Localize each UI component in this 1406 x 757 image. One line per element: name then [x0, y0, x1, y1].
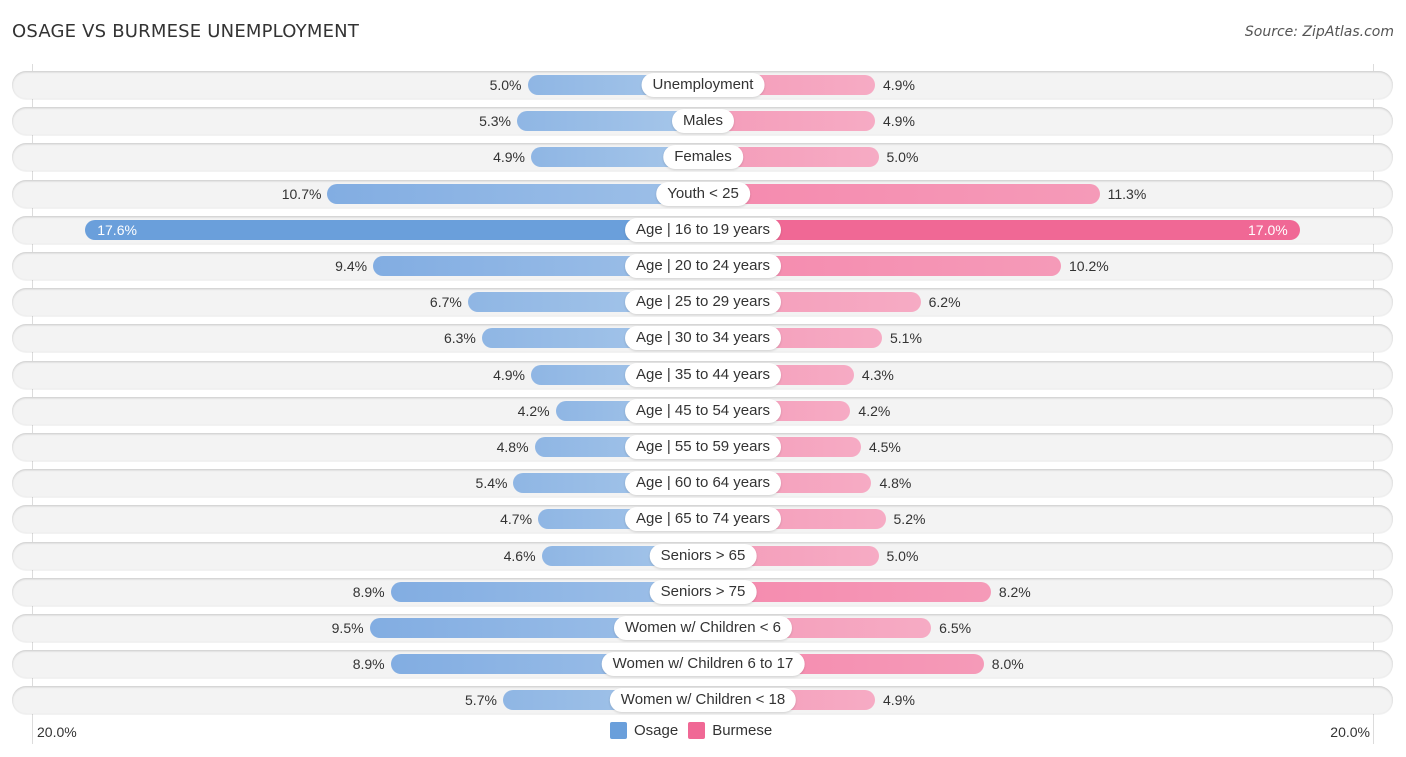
- value-label-burmese: 11.3%: [1107, 185, 1147, 202]
- legend-label-osage: Osage: [634, 722, 679, 739]
- value-label-burmese: 4.8%: [879, 475, 912, 492]
- legend-item-burmese[interactable]: Burmese: [688, 722, 772, 739]
- value-label-osage: 9.4%: [335, 258, 368, 274]
- legend-swatch-osage: [610, 722, 627, 739]
- value-label-burmese: 5.2%: [893, 511, 926, 528]
- value-label-burmese: 10.2%: [1069, 258, 1109, 274]
- value-label-osage: 6.3%: [443, 330, 476, 347]
- value-label-burmese: 4.3%: [861, 366, 894, 383]
- value-label-burmese: 5.0%: [886, 547, 919, 564]
- chart-title: OSAGE VS BURMESE UNEMPLOYMENT: [12, 21, 360, 42]
- value-label-osage: 4.8%: [496, 439, 529, 455]
- value-label-burmese: 5.0%: [886, 149, 919, 166]
- value-label-burmese: 4.9%: [882, 113, 915, 130]
- category-label: Age | 25 to 29 years: [625, 290, 781, 315]
- value-label-burmese: 4.5%: [868, 439, 901, 455]
- value-label-burmese: 4.9%: [882, 692, 915, 709]
- category-label: Males: [671, 109, 735, 134]
- legend-item-osage[interactable]: Osage: [610, 722, 678, 739]
- value-label-osage: 8.9%: [352, 583, 385, 600]
- value-label-osage: 17.6%: [97, 221, 137, 238]
- value-label-osage: 4.9%: [493, 366, 526, 383]
- category-label: Age | 45 to 54 years: [625, 398, 781, 423]
- value-label-burmese: 6.2%: [928, 294, 961, 311]
- value-label-burmese: 8.0%: [991, 656, 1024, 673]
- value-label-osage: 9.5%: [331, 620, 364, 636]
- category-label: Age | 55 to 59 years: [625, 435, 781, 459]
- category-label: Age | 65 to 74 years: [625, 507, 781, 532]
- category-label: Women w/ Children < 6: [613, 616, 793, 640]
- value-label-osage: 6.7%: [429, 294, 462, 311]
- value-label-burmese: 8.2%: [998, 583, 1031, 600]
- category-label: Age | 16 to 19 years: [625, 217, 781, 242]
- bar-burmese: [703, 219, 1300, 240]
- category-label: Seniors > 75: [649, 579, 757, 604]
- category-label: Seniors > 65: [649, 543, 757, 568]
- value-label-burmese: 6.5%: [939, 620, 972, 636]
- value-label-osage: 5.3%: [479, 113, 511, 130]
- value-label-osage: 5.4%: [475, 475, 508, 492]
- value-label-osage: 4.6%: [503, 547, 536, 564]
- legend: Osage Burmese: [610, 722, 772, 739]
- legend-label-burmese: Burmese: [712, 722, 773, 739]
- category-label: Age | 20 to 24 years: [625, 254, 781, 278]
- value-label-osage: 4.7%: [500, 511, 533, 528]
- value-label-osage: 5.0%: [489, 77, 522, 93]
- value-label-burmese: 4.2%: [858, 402, 891, 419]
- category-label: Age | 60 to 64 years: [625, 471, 781, 496]
- value-label-burmese: 17.0%: [1248, 221, 1288, 238]
- bar-burmese: [703, 183, 1100, 204]
- value-label-osage: 4.9%: [493, 149, 526, 166]
- value-label-osage: 10.7%: [281, 185, 322, 202]
- value-label-osage: 8.9%: [352, 656, 385, 673]
- category-label: Unemployment: [641, 73, 765, 97]
- value-label-burmese: 4.9%: [882, 77, 915, 93]
- category-label: Youth < 25: [656, 181, 750, 206]
- bar-osage: [85, 219, 703, 240]
- category-label: Women w/ Children < 18: [609, 688, 797, 713]
- axis-tick-right: 20.0%: [1330, 724, 1370, 740]
- category-label: Age | 35 to 44 years: [625, 362, 781, 387]
- legend-swatch-burmese: [688, 722, 706, 739]
- category-label: Age | 30 to 34 years: [625, 326, 781, 351]
- category-label: Females: [663, 145, 743, 170]
- value-label-burmese: 5.1%: [890, 330, 922, 347]
- bar-osage: [327, 183, 703, 204]
- value-label-osage: 4.2%: [517, 402, 550, 419]
- value-label-osage: 5.7%: [465, 692, 497, 709]
- source-label: Source: ZipAtlas.com: [1244, 24, 1394, 40]
- axis-tick-left: 20.0%: [37, 724, 77, 740]
- category-label: Women w/ Children 6 to 17: [601, 652, 805, 677]
